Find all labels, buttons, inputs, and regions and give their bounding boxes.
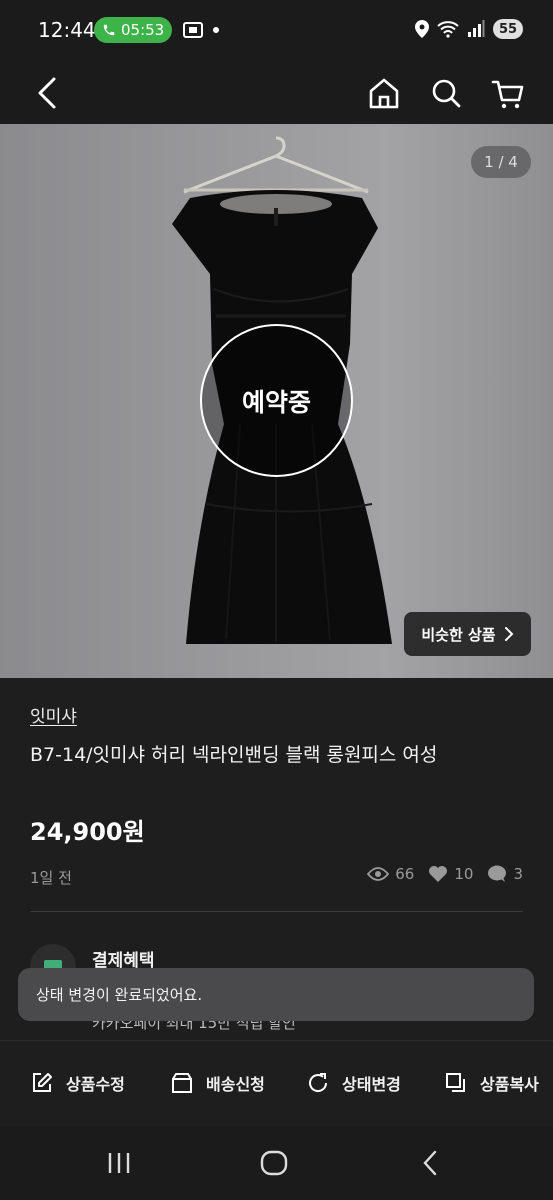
views-count: 66	[395, 865, 415, 883]
chats-count: 3	[513, 865, 523, 883]
reserved-badge: 예약중	[200, 324, 353, 477]
change-status-label: 상태변경	[342, 1075, 401, 1094]
product-title: B7-14/잇미샤 허리 넥라인밴딩 블랙 롱원피스 여성	[30, 744, 438, 766]
product-stats: 66 10 3	[367, 865, 523, 883]
status-right: 55	[415, 19, 523, 39]
chevron-right-icon	[504, 627, 514, 641]
location-icon	[415, 20, 429, 38]
screenshot-icon	[183, 22, 203, 38]
home-button-icon[interactable]	[259, 1148, 289, 1178]
chat-bubble-icon	[488, 865, 507, 882]
image-counter: 1 / 4	[471, 146, 531, 178]
top-navigation	[0, 62, 553, 124]
copy-product-button[interactable]: 상품복사	[444, 1071, 539, 1095]
call-indicator[interactable]: 05:53	[94, 17, 172, 43]
home-icon[interactable]	[364, 70, 404, 116]
posted-time: 1일 전	[30, 869, 72, 887]
back-icon[interactable]	[28, 70, 68, 116]
wifi-icon	[437, 21, 459, 38]
back-button-icon[interactable]	[416, 1148, 446, 1178]
section-divider	[30, 911, 523, 912]
store-name-link[interactable]: 잇미샤	[30, 702, 77, 727]
shipping-request-label: 배송신청	[206, 1075, 265, 1094]
status-time: 12:44	[38, 18, 96, 42]
action-bar: 상품수정 배송신청 상태변경 상품복사	[0, 1040, 553, 1126]
product-price: 24,900원	[30, 818, 145, 846]
signal-icon	[468, 20, 485, 37]
phone-icon	[103, 24, 115, 36]
heart-icon	[429, 866, 448, 882]
edit-product-label: 상품수정	[66, 1075, 125, 1094]
status-bar: 12:44 05:53 55	[0, 0, 553, 62]
call-timer: 05:53	[121, 21, 165, 39]
status-toast: 상태 변경이 완료되었어요.	[18, 968, 534, 1021]
similar-products-button[interactable]: 비슷한 상품	[404, 612, 531, 656]
notification-dot	[213, 27, 219, 33]
likes-count: 10	[454, 865, 474, 883]
edit-product-button[interactable]: 상품수정	[30, 1071, 125, 1095]
edit-icon	[33, 1073, 52, 1092]
copy-product-label: 상품복사	[480, 1075, 539, 1094]
eye-icon	[367, 867, 390, 881]
similar-products-label: 비슷한 상품	[421, 625, 496, 644]
change-status-button[interactable]: 상태변경	[306, 1071, 401, 1095]
system-navigation-bar	[0, 1126, 553, 1200]
search-icon[interactable]	[426, 70, 466, 116]
shipping-request-button[interactable]: 배송신청	[170, 1071, 265, 1095]
recent-apps-icon[interactable]	[104, 1148, 134, 1178]
copy-icon	[446, 1073, 465, 1092]
cart-icon[interactable]	[488, 70, 528, 116]
refresh-icon	[309, 1073, 328, 1092]
product-image[interactable]: 1 / 4 예약중 비슷한 상품	[0, 124, 553, 678]
battery-indicator: 55	[493, 19, 523, 39]
box-icon	[172, 1073, 192, 1093]
